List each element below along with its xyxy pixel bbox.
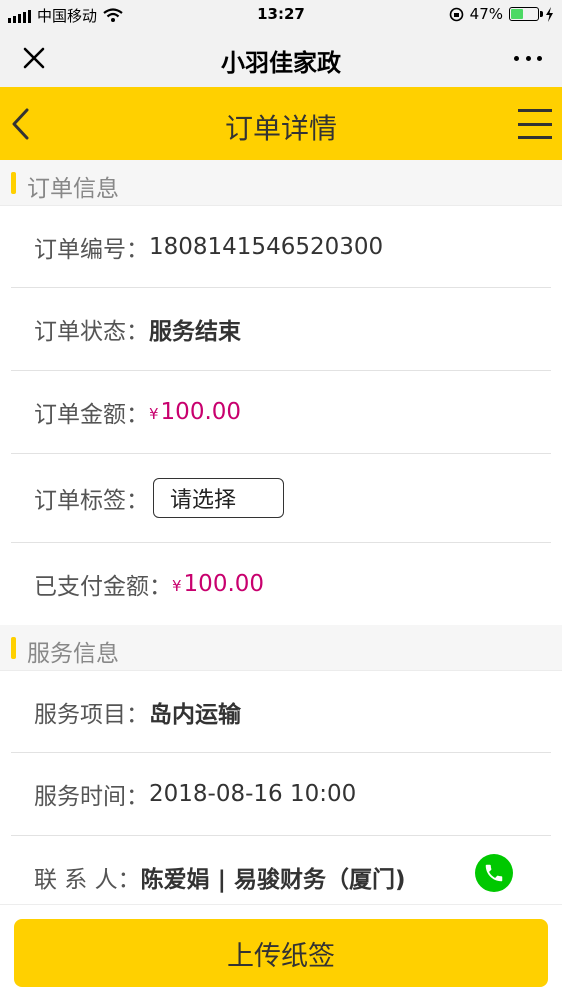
service-time-label: 服务时间：	[34, 784, 149, 810]
wechat-title: 小羽佳家政	[221, 49, 341, 77]
order-status-label: 订单状态：	[34, 319, 149, 345]
currency-symbol: ¥	[149, 405, 159, 423]
rotation-lock-icon	[449, 7, 463, 21]
contact-value: 陈爱娟 | 易骏财务（厦门)	[140, 867, 406, 893]
service-section-header: 服务信息	[0, 625, 562, 671]
bottom-action-bar: 上传纸签	[0, 904, 562, 1000]
phone-icon[interactable]	[475, 854, 513, 892]
section-accent-bar	[11, 637, 16, 659]
paid-amount-row: 已支付金额： ¥100.00	[11, 543, 551, 625]
order-section-header: 订单信息	[0, 160, 562, 206]
order-section-title: 订单信息	[27, 176, 119, 202]
service-item-row: 服务项目： 岛内运输	[11, 671, 551, 753]
status-bar: 中国移动 13:27 47%	[0, 0, 562, 30]
order-tag-label: 订单标签：	[34, 488, 149, 514]
service-time-value: 2018-08-16 10:00	[149, 781, 357, 807]
paid-amount-label: 已支付金额：	[34, 574, 172, 600]
more-icon[interactable]	[510, 42, 546, 74]
order-number-value: 1808141546520300	[149, 233, 384, 260]
charging-icon	[546, 6, 553, 22]
paid-amount-number: 100.00	[183, 571, 265, 597]
order-amount-row: 订单金额： ¥100.00	[11, 371, 551, 454]
service-time-row: 服务时间： 2018-08-16 10:00	[11, 753, 551, 836]
order-status-value: 服务结束	[149, 319, 241, 345]
currency-symbol: ¥	[172, 577, 182, 595]
order-number-row: 订单编号： 1808141546520300	[11, 206, 551, 288]
section-accent-bar	[11, 172, 16, 194]
phone-glyph-icon	[485, 864, 503, 882]
order-tag-select[interactable]: 请选择	[153, 478, 284, 518]
battery-percent: 47%	[469, 5, 503, 23]
battery-icon	[509, 7, 543, 21]
service-section-title: 服务信息	[27, 641, 119, 667]
contact-label: 联 系 人：	[34, 867, 141, 893]
status-right: 47%	[449, 5, 554, 23]
order-amount-number: 100.00	[160, 399, 242, 425]
order-tag-row: 订单标签： 请选择	[11, 454, 551, 543]
page-title: 订单详情	[224, 112, 337, 145]
order-number-label: 订单编号：	[34, 236, 149, 263]
order-amount-value: ¥100.00	[149, 399, 241, 425]
order-status-row: 订单状态： 服务结束	[11, 288, 551, 371]
order-amount-label: 订单金额：	[34, 402, 149, 428]
upload-paper-sign-button[interactable]: 上传纸签	[14, 919, 548, 987]
service-item-label: 服务项目：	[34, 701, 149, 728]
menu-icon[interactable]	[518, 109, 552, 139]
page-header: 订单详情	[0, 87, 562, 160]
wechat-nav-bar: 小羽佳家政	[0, 30, 562, 87]
paid-amount-value: ¥100.00	[172, 571, 264, 597]
service-item-value: 岛内运输	[149, 701, 241, 728]
